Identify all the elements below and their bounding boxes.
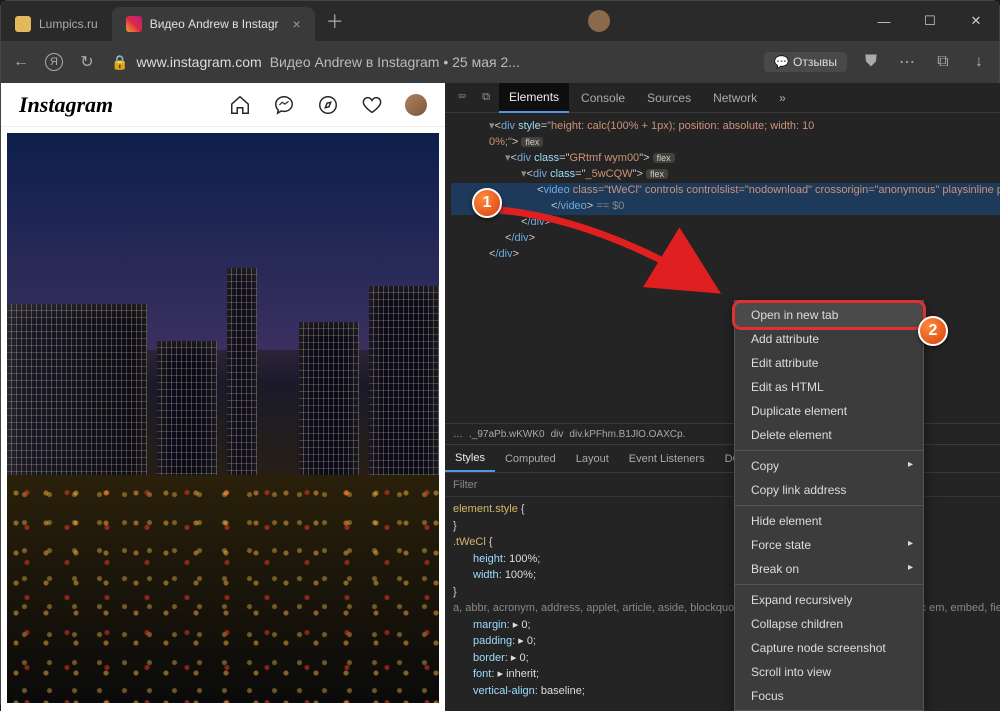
browser-tab-lumpics[interactable]: Lumpics.ru <box>1 7 112 41</box>
styles-tab-styles[interactable]: Styles <box>445 446 495 472</box>
context-menu-item[interactable]: Expand recursively <box>735 588 923 612</box>
new-tab-button[interactable]: ＋ <box>321 7 349 35</box>
devtools-tabbar: ⮹ ⧉ Elements Console Sources Network » ✖… <box>445 83 1000 113</box>
close-window-button[interactable]: ✕ <box>953 1 999 41</box>
instagram-logo[interactable]: Instagram <box>19 92 207 118</box>
reload-button[interactable]: ↻ <box>77 52 97 72</box>
messenger-icon[interactable] <box>273 94 295 116</box>
downloads-icon[interactable]: ↓ <box>969 52 989 72</box>
context-menu-item[interactable]: Copy link address <box>735 478 923 502</box>
page-instagram: Instagram <box>1 83 445 711</box>
close-tab-icon[interactable]: × <box>293 16 301 32</box>
callout-1: 1 <box>472 188 502 218</box>
yandex-home-icon[interactable]: Я <box>45 53 63 71</box>
lock-icon: 🔒 <box>111 54 128 71</box>
heart-icon[interactable] <box>361 94 383 116</box>
reviews-button[interactable]: 💬 Отзывы <box>764 52 847 72</box>
context-menu-item[interactable]: Copy <box>735 454 923 478</box>
context-menu-item[interactable]: Add attribute <box>735 327 923 351</box>
tab-sources[interactable]: Sources <box>637 84 701 112</box>
titlebar: Lumpics.ru Видео Andrew в Instagr × ＋ — … <box>1 1 999 41</box>
profile-avatar[interactable] <box>588 10 610 32</box>
instagram-header: Instagram <box>1 83 445 127</box>
url-domain: www.instagram.com <box>136 54 261 70</box>
shield-icon[interactable]: ⛊ <box>861 52 881 72</box>
minimize-button[interactable]: — <box>861 1 907 41</box>
inspect-element-icon[interactable]: ⮹ <box>451 87 473 109</box>
tab-elements[interactable]: Elements <box>499 83 569 113</box>
reviews-icon: 💬 <box>774 55 789 69</box>
callout-2: 2 <box>918 316 948 346</box>
favicon-lumpics <box>15 16 31 32</box>
context-menu-item[interactable]: Hide element <box>735 509 923 533</box>
context-menu: Open in new tabAdd attributeEdit attribu… <box>734 300 924 711</box>
url-title: Видео Andrew в Instagram • 25 мая 2... <box>270 54 520 70</box>
maximize-button[interactable]: ☐ <box>907 1 953 41</box>
explore-icon[interactable] <box>317 94 339 116</box>
menu-icon[interactable]: ⋯ <box>897 52 917 72</box>
back-button[interactable]: ← <box>11 52 31 72</box>
instagram-video-poster[interactable] <box>7 133 439 703</box>
tab-console[interactable]: Console <box>571 84 635 112</box>
tab-network[interactable]: Network <box>703 84 767 112</box>
window-controls: — ☐ ✕ <box>861 1 999 41</box>
crumb[interactable]: ._97aPb.wKWK0 <box>469 429 545 440</box>
context-menu-item[interactable]: Open in new tab <box>735 303 923 327</box>
url-bar: ← Я ↻ 🔒 www.instagram.com Видео Andrew в… <box>1 41 999 83</box>
context-menu-item[interactable]: Edit as HTML <box>735 375 923 399</box>
context-menu-item[interactable]: Delete element <box>735 423 923 447</box>
user-avatar[interactable] <box>405 94 427 116</box>
context-menu-item[interactable]: Edit attribute <box>735 351 923 375</box>
crumb[interactable]: div <box>551 429 564 440</box>
context-menu-item[interactable]: Capture node screenshot <box>735 636 923 660</box>
device-toolbar-icon[interactable]: ⧉ <box>475 87 497 109</box>
tab-title: Lumpics.ru <box>39 17 98 31</box>
styles-tab-computed[interactable]: Computed <box>495 447 566 471</box>
context-menu-item[interactable]: Scroll into view <box>735 660 923 684</box>
context-menu-item[interactable]: Collapse children <box>735 612 923 636</box>
context-menu-item[interactable]: Force state <box>735 533 923 557</box>
context-menu-item[interactable]: Duplicate element <box>735 399 923 423</box>
tab-title: Видео Andrew в Instagr <box>150 17 279 31</box>
tab-more[interactable]: » <box>769 84 796 112</box>
styles-tab-listeners[interactable]: Event Listeners <box>619 447 715 471</box>
reviews-label: Отзывы <box>793 55 837 69</box>
context-menu-item[interactable]: Focus <box>735 684 923 708</box>
crumb[interactable]: … <box>453 429 463 440</box>
browser-tab-instagram[interactable]: Видео Andrew в Instagr × <box>112 7 315 41</box>
styles-tab-layout[interactable]: Layout <box>566 447 619 471</box>
favicon-instagram <box>126 16 142 32</box>
annotation-arrow <box>480 190 740 320</box>
address-field[interactable]: 🔒 www.instagram.com Видео Andrew в Insta… <box>111 54 750 71</box>
home-icon[interactable] <box>229 94 251 116</box>
styles-filter-input[interactable]: Filter <box>453 479 477 491</box>
context-menu-item[interactable]: Break on <box>735 557 923 581</box>
collections-icon[interactable]: ⧉ <box>933 52 953 72</box>
crumb[interactable]: div.kPFhm.B1JlO.OAXCp. <box>569 429 685 440</box>
